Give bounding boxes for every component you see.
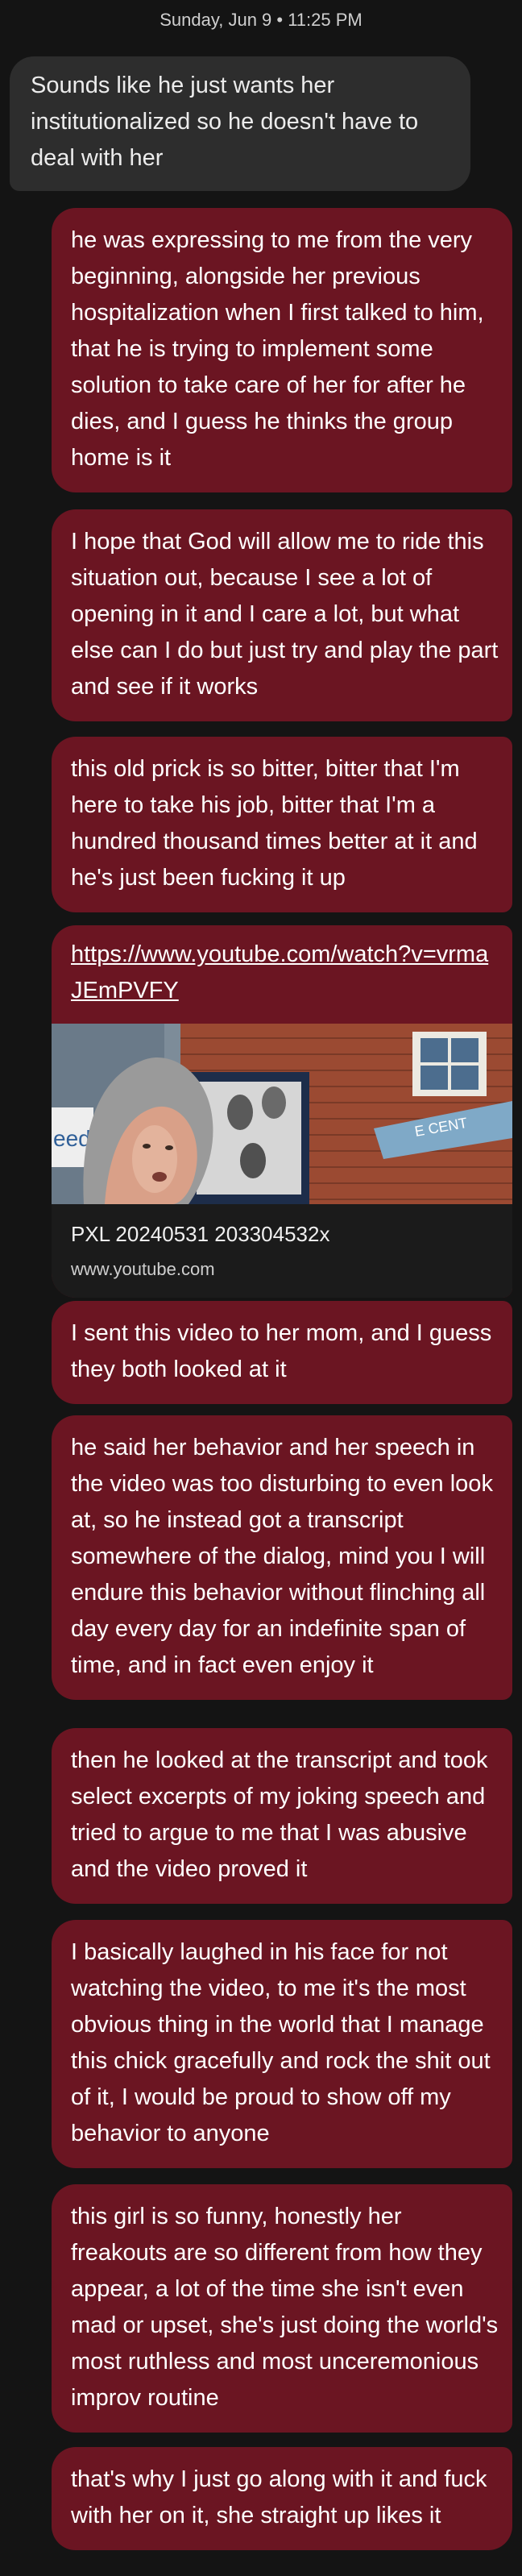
outgoing-message[interactable]: that's why I just go along with it and f… <box>52 2447 512 2550</box>
link-metadata[interactable]: PXL 20240531 203304532x www.youtube.com <box>52 1204 512 1298</box>
outgoing-message[interactable]: he was expressing to me from the very be… <box>52 208 512 492</box>
link-preview-card[interactable]: https://www.youtube.com/watch?v=vrmaJEmP… <box>52 925 512 1298</box>
outgoing-message[interactable]: I hope that God will allow me to ride th… <box>52 509 512 721</box>
incoming-message[interactable]: Sounds like he just wants her institutio… <box>10 56 470 191</box>
outgoing-message[interactable]: this old prick is so bitter, bitter that… <box>52 737 512 912</box>
thumbnail-banner-text: eed <box>53 1126 91 1151</box>
outgoing-message[interactable]: he said her behavior and her speech in t… <box>52 1415 512 1700</box>
video-thumbnail[interactable]: E CENT eed <box>52 1024 512 1204</box>
link-title: PXL 20240531 203304532x <box>71 1222 330 1246</box>
link-url[interactable]: https://www.youtube.com/watch?v=vrmaJEmP… <box>71 937 498 1009</box>
link-domain: www.youtube.com <box>71 1259 215 1279</box>
timestamp-header: Sunday, Jun 9 • 11:25 PM <box>160 10 362 30</box>
outgoing-message[interactable]: then he looked at the transcript and too… <box>52 1728 512 1904</box>
outgoing-message[interactable]: this girl is so funny, honestly her frea… <box>52 2184 512 2433</box>
outgoing-message[interactable]: I basically laughed in his face for not … <box>52 1920 512 2168</box>
outgoing-message[interactable]: I sent this video to her mom, and I gues… <box>52 1301 512 1404</box>
